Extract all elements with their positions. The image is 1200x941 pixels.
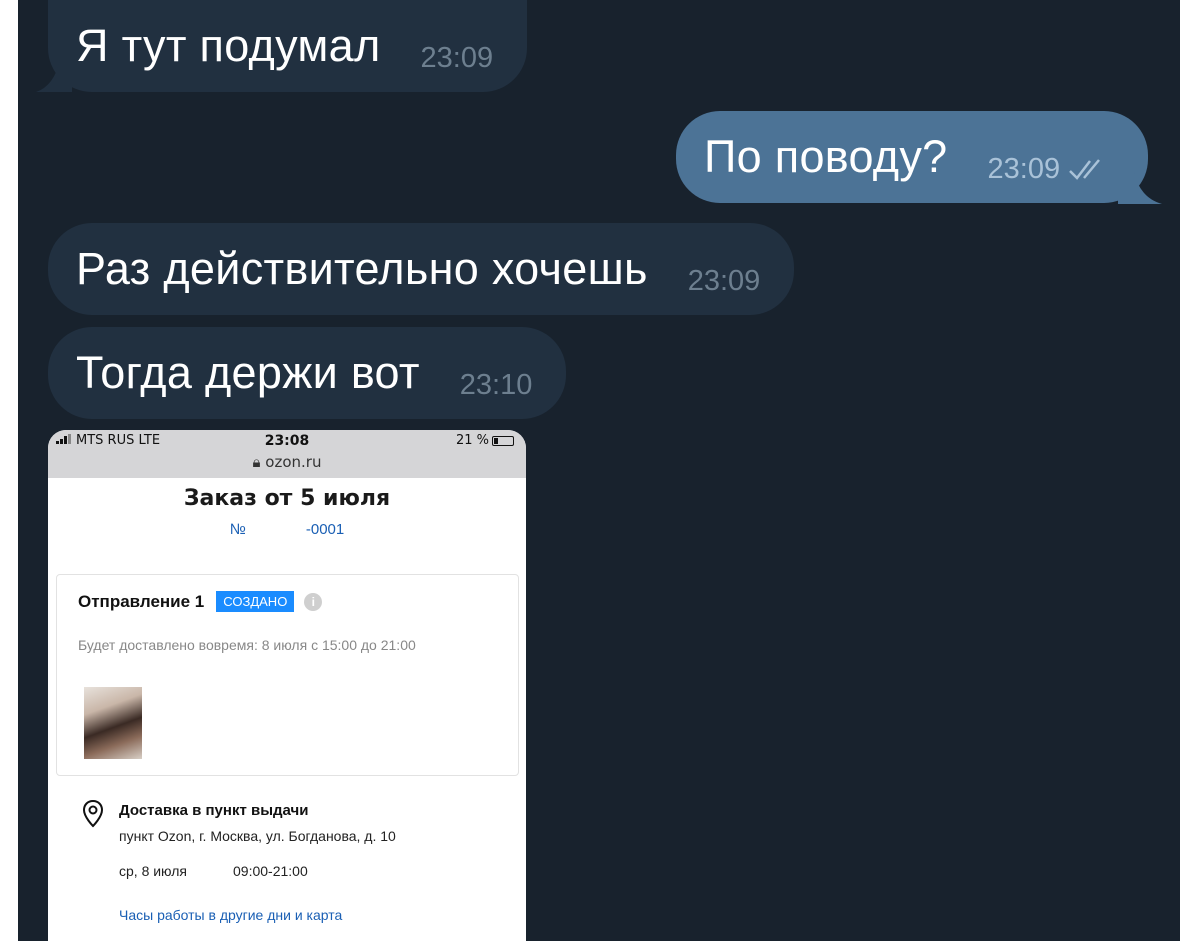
message-bubble-incoming[interactable]: Я тут подумал 23:09 xyxy=(48,0,528,92)
bubble-tail-outgoing xyxy=(1118,172,1162,204)
message-text: По поводу? xyxy=(704,131,948,182)
battery-label: 21 % xyxy=(455,433,489,448)
battery-icon xyxy=(492,435,514,446)
delivery-title: Доставка в пункт выдачи xyxy=(119,802,309,819)
delivery-address: пункт Ozon, г. Москва, ул. Богданова, д.… xyxy=(119,828,396,844)
message-text: Раз действительно хочешь xyxy=(76,243,648,294)
shipment-title: Отправление 1 xyxy=(78,591,205,611)
hours-link[interactable]: Часы работы в другие дни и карта xyxy=(119,907,342,923)
phone-status-bar: MTS RUS LTE 23:08 21 % 🔒︎ ozon.ru xyxy=(48,430,526,478)
message-time: 23:10 xyxy=(459,368,533,401)
product-thumbnail xyxy=(84,687,142,759)
message-time: 23:09 xyxy=(987,152,1061,185)
bubble-tail-incoming xyxy=(36,60,72,92)
chat-area: Я тут подумал 23:09 По поводу? 23:09 Раз… xyxy=(18,0,1180,941)
delivery-hours: 09:00-21:00 xyxy=(233,863,308,879)
double-check-icon xyxy=(1069,159,1101,180)
location-pin-icon xyxy=(82,800,104,828)
status-clock: 23:08 xyxy=(264,433,310,449)
shipment-card: Отправление 1 СОЗДАНО i Будет доставлено… xyxy=(56,574,519,776)
image-attachment[interactable]: MTS RUS LTE 23:08 21 % 🔒︎ ozon.ru Заказ … xyxy=(48,430,526,941)
info-icon: i xyxy=(304,592,323,611)
message-time: 23:09 xyxy=(420,41,494,74)
status-badge: СОЗДАНО xyxy=(216,591,295,612)
delivery-date: ср, 8 июля xyxy=(119,863,188,879)
message-time: 23:09 xyxy=(687,264,761,297)
order-title: Заказ от 5 июля xyxy=(183,486,391,511)
url-label: ozon.ru xyxy=(265,453,322,471)
message-bubble-outgoing[interactable]: По поводу? 23:09 xyxy=(676,111,1149,203)
message-bubble-incoming[interactable]: Раз действительно хочешь 23:09 xyxy=(48,223,795,315)
order-number: № -0001 xyxy=(229,521,345,538)
message-text: Я тут подумал xyxy=(76,20,381,71)
message-text: Тогда держи вот xyxy=(76,347,420,398)
message-bubble-incoming[interactable]: Тогда держи вот 23:10 xyxy=(48,327,567,419)
lock-icon: 🔒︎ xyxy=(252,453,261,471)
delivery-time-text: Будет доставлено вовремя: 8 июля с 15:00… xyxy=(78,637,416,653)
